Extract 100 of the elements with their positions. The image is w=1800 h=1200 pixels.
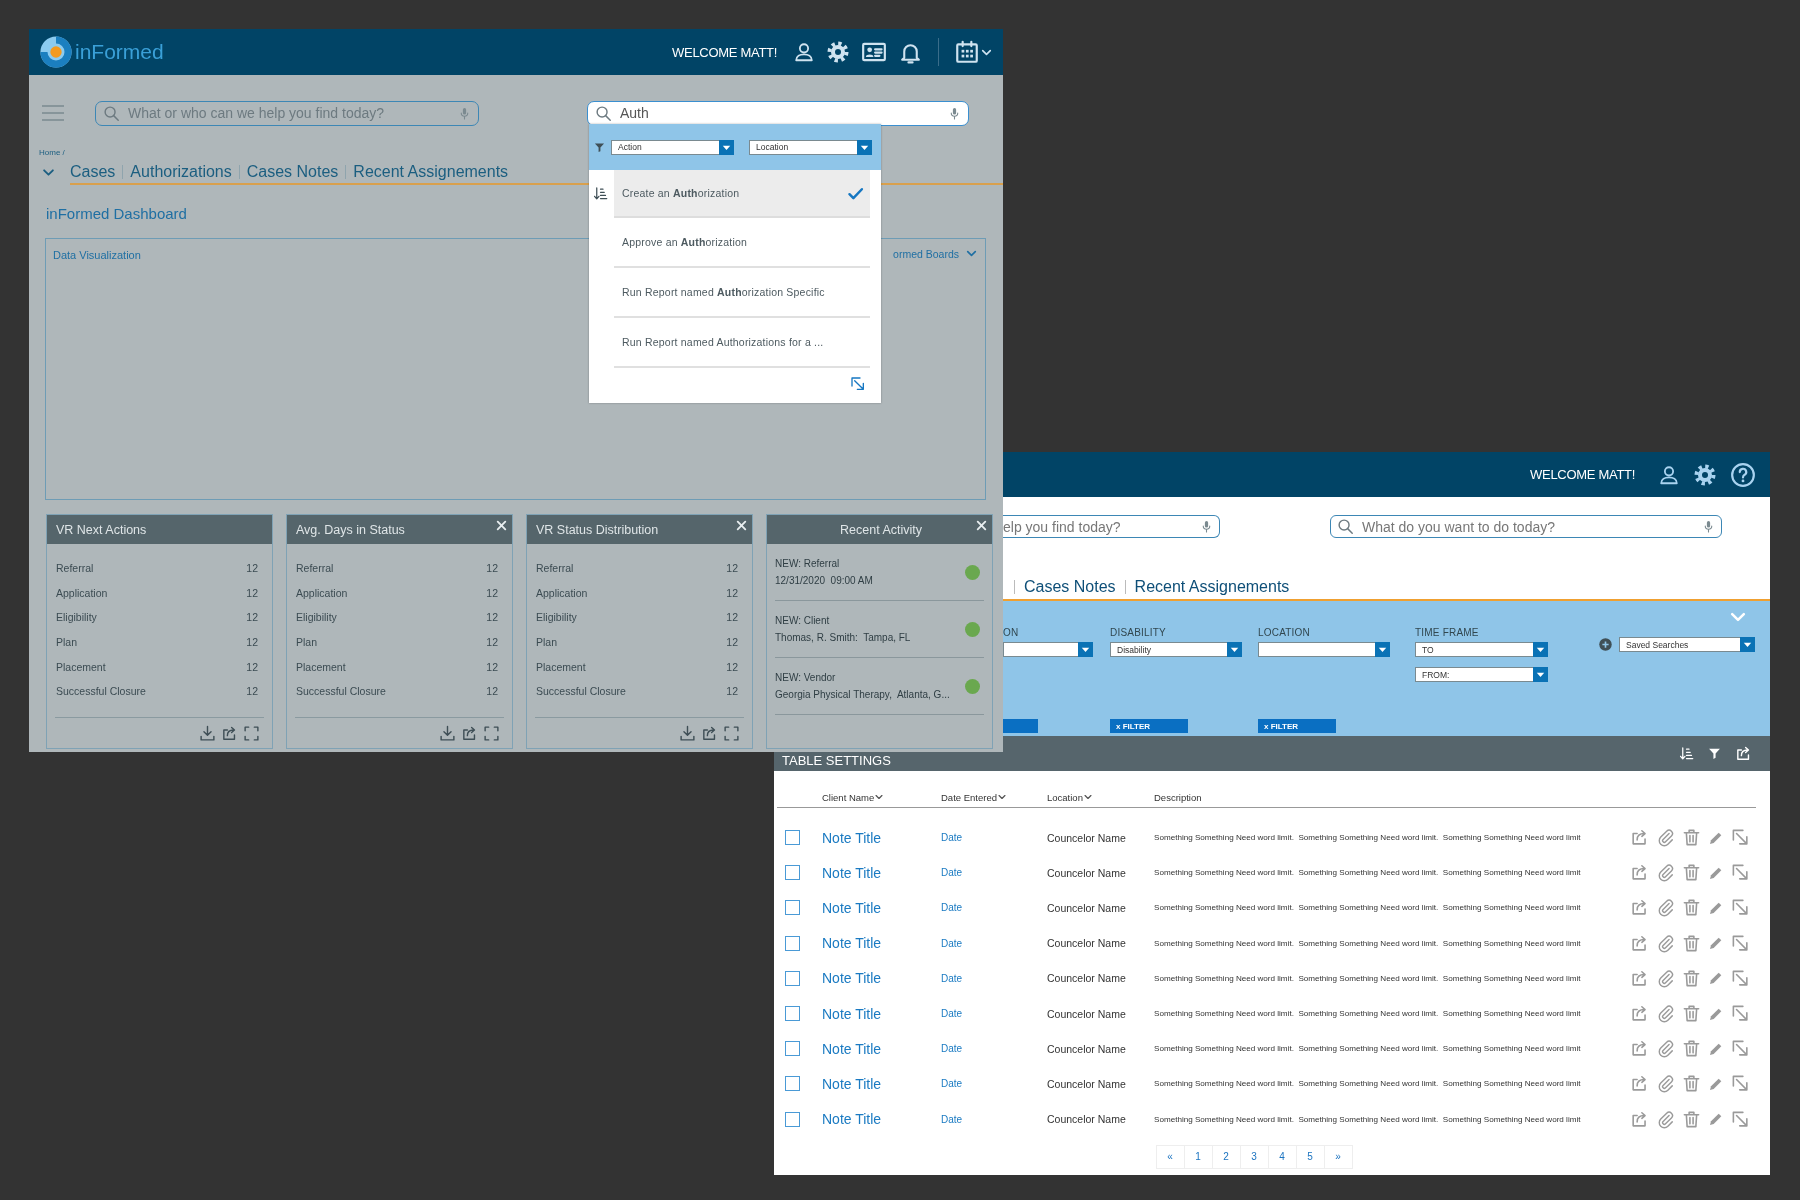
search-input[interactable]: What do you want to do today?: [1362, 518, 1694, 535]
filter-select[interactable]: Disability: [1110, 642, 1242, 657]
card-title: Avg. Days in Status: [296, 522, 405, 537]
nav-tab[interactable]: Recent Assignements: [1124, 579, 1299, 594]
page-title: inFormed Dashboard: [46, 205, 188, 222]
page-link[interactable]: »: [1323, 1144, 1353, 1169]
note-title-link[interactable]: Note Title: [822, 935, 941, 952]
filter-select[interactable]: TO: [1415, 642, 1548, 657]
suggestion-item[interactable]: Run Report named Authorization Specific: [614, 268, 870, 318]
filter-label: DISABILITY: [1110, 627, 1167, 640]
description-text: Something Something Need word limit. Something Something Need word limit. Something Something Need word limit: [1154, 1079, 1582, 1089]
note-title-link[interactable]: Note Title: [822, 864, 941, 881]
activity-detail: Georgia Physical Therapy, Atlanta, G...: [775, 689, 950, 700]
filter-select[interactable]: FROM:: [1415, 667, 1548, 682]
note-title-link[interactable]: Note Title: [822, 829, 941, 846]
suggestion-text: Approve an Authorization: [622, 236, 748, 248]
status-count: 12: [726, 660, 738, 673]
column-header[interactable]: Client Name: [822, 791, 941, 803]
boards-menu[interactable]: ormed Boards: [893, 247, 978, 260]
counselor-name: Councelor Name: [1047, 866, 1127, 879]
nav-tab[interactable]: Cases: [70, 164, 123, 179]
logo-text: inFormed: [75, 40, 164, 64]
page-link[interactable]: 5: [1295, 1144, 1325, 1169]
search-field[interactable]: elp you find today?: [1003, 515, 1220, 538]
note-title-link[interactable]: Note Title: [822, 1111, 941, 1128]
status-label: Placement: [296, 660, 346, 673]
page-link[interactable]: 2: [1211, 1144, 1241, 1169]
status-count: 12: [486, 685, 498, 698]
search-input[interactable]: Auth: [620, 105, 940, 121]
search-input[interactable]: What or who can we help you find today?: [128, 105, 450, 121]
description-text: Something Something Need word limit. Something Something Need word limit. Something Something Need word limit: [1154, 903, 1582, 913]
description-text: Something Something Need word limit. Something Something Need word limit. Something Something Need word limit: [1154, 1044, 1582, 1054]
search-input[interactable]: elp you find today?: [1003, 518, 1192, 535]
nav-tab[interactable]: Recent Assignements: [345, 164, 516, 179]
column-header[interactable]: Description: [1154, 791, 1624, 803]
date-link[interactable]: Date: [941, 1008, 1047, 1020]
suggestion-item[interactable]: Run Report named Authorizations for a ...: [614, 318, 870, 368]
status-label: Application: [536, 586, 588, 599]
status-label: Placement: [536, 660, 586, 673]
status-count: 12: [246, 660, 258, 673]
date-link[interactable]: Date: [941, 902, 1047, 914]
activity-detail: 12/31/2020 09:00 AM: [775, 575, 873, 586]
nav-tab[interactable]: Authorizations: [122, 164, 239, 179]
status-count: 12: [246, 586, 258, 599]
search-field[interactable]: What or who can we help you find today?: [95, 100, 479, 126]
status-count: 12: [246, 611, 258, 624]
nav-tab[interactable]: Cases Notes: [1014, 579, 1125, 594]
filter-chip[interactable]: x FILTER: [1110, 719, 1188, 733]
page-link[interactable]: «: [1155, 1144, 1185, 1169]
table-settings-title: TABLE SETTINGS: [782, 753, 891, 768]
status-count: 12: [726, 611, 738, 624]
note-title-link[interactable]: Note Title: [822, 1040, 941, 1057]
date-link[interactable]: Date: [941, 972, 1047, 984]
status-label: Eligibility: [56, 611, 97, 624]
counselor-name: Councelor Name: [1047, 972, 1127, 985]
filter-label: LOCATION: [1258, 627, 1311, 640]
counselor-name: Councelor Name: [1047, 831, 1127, 844]
description-text: Something Something Need word limit. Something Something Need word limit. Something Something Need word limit: [1154, 973, 1582, 983]
filter-select[interactable]: Location: [749, 139, 872, 155]
status-count: 12: [246, 636, 258, 649]
counselor-name: Councelor Name: [1047, 1007, 1127, 1020]
filter-label: TIME FRAME: [1415, 627, 1480, 640]
note-title-link[interactable]: Note Title: [822, 1005, 941, 1022]
page-link[interactable]: 4: [1267, 1144, 1297, 1169]
saved-searches-select[interactable]: Saved Searches: [1619, 637, 1755, 652]
search-field[interactable]: What do you want to do today?: [1330, 515, 1722, 538]
description-text: Something Something Need word limit. Something Something Need word limit. Something Something Need word limit: [1154, 868, 1582, 878]
filter-select[interactable]: Action: [611, 139, 734, 155]
suggestion-item[interactable]: Create an Authorization: [614, 170, 870, 218]
card-title: VR Next Actions: [56, 522, 147, 537]
status-label: Application: [56, 586, 108, 599]
status-label: Placement: [56, 660, 106, 673]
breadcrumb[interactable]: Home /: [39, 148, 65, 157]
page-link[interactable]: 3: [1239, 1144, 1269, 1169]
page-link[interactable]: 1: [1183, 1144, 1213, 1169]
date-link[interactable]: Date: [941, 1113, 1047, 1125]
status-label: Plan: [296, 636, 317, 649]
filter-chip[interactable]: x FILTER: [1258, 719, 1336, 733]
column-header[interactable]: Date Entered: [941, 791, 1047, 803]
date-link[interactable]: Date: [941, 1043, 1047, 1055]
status-label: Successful Closure: [536, 685, 626, 698]
note-title-link[interactable]: Note Title: [822, 899, 941, 916]
search-field[interactable]: Auth: [587, 100, 969, 126]
status-label: Eligibility: [296, 611, 337, 624]
status-label: Referral: [536, 562, 574, 575]
status-label: Referral: [296, 562, 334, 575]
date-link[interactable]: Date: [941, 937, 1047, 949]
column-header[interactable]: Location: [1047, 791, 1154, 803]
date-link[interactable]: Date: [941, 867, 1047, 879]
date-link[interactable]: Date: [941, 832, 1047, 844]
note-title-link[interactable]: Note Title: [822, 1075, 941, 1092]
status-count: 12: [486, 562, 498, 575]
status-count: 12: [726, 685, 738, 698]
activity-title: NEW: Vendor: [775, 672, 837, 683]
card-title: VR Status Distribution: [536, 522, 659, 537]
note-title-link[interactable]: Note Title: [822, 970, 941, 987]
nav-tab[interactable]: Cases Notes: [238, 164, 346, 179]
description-text: Something Something Need word limit. Something Something Need word limit. Something Something Need word limit: [1154, 833, 1582, 843]
suggestion-item[interactable]: Approve an Authorization: [614, 218, 870, 268]
date-link[interactable]: Date: [941, 1078, 1047, 1090]
